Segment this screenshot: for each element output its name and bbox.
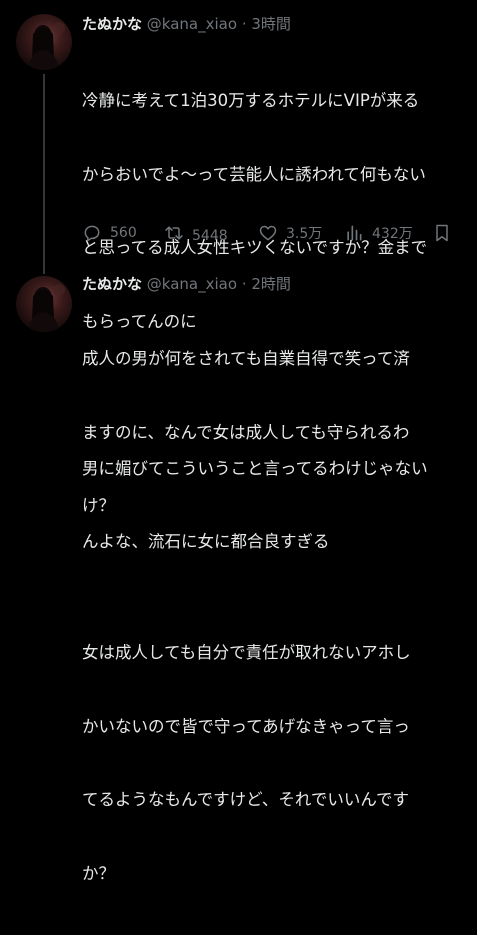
like-button[interactable]: 3.5万: [258, 220, 322, 246]
tweet-line: 成人の男が何をされても自業自得で笑って済: [82, 349, 410, 368]
tweet-header: たぬかな @kana_xiao · 2時間: [82, 272, 291, 296]
views-button[interactable]: 432万: [344, 220, 413, 246]
bookmark-icon: [436, 224, 448, 242]
bookmark-button[interactable]: [432, 220, 460, 246]
retweet-button[interactable]: 5448: [164, 220, 228, 246]
like-icon: [259, 225, 277, 241]
reply-icon: [84, 225, 100, 242]
reply-count: 560: [110, 225, 137, 241]
retweet-count: 5448: [192, 228, 228, 244]
avatar[interactable]: [16, 276, 72, 332]
tweet-line: かいないので皆で守ってあげなきゃって言っ: [82, 716, 410, 736]
tweet-line: 女は成人しても自分で責任が取れないアホし: [82, 643, 411, 662]
tweet-header: たぬかな @kana_xiao · 3時間: [82, 12, 291, 36]
separator: ·: [241, 15, 247, 33]
avatar-image: [28, 22, 65, 70]
like-count: 3.5万: [286, 226, 323, 242]
tweet[interactable]: たぬかな @kana_xiao · 2時間 成人の男が何をされても自業自得で笑っ…: [0, 262, 477, 883]
action-bar: 560 5448 3.5万 432万: [82, 220, 462, 246]
tweet-line: ますのに、なんで女は成人しても守られるわ: [82, 422, 410, 442]
timestamp[interactable]: 3時間: [251, 15, 291, 33]
timestamp[interactable]: 2時間: [251, 275, 291, 293]
tweet-text: 成人の男が何をされても自業自得で笑って済 ますのに、なんで女は成人しても守られる…: [82, 298, 464, 935]
display-name[interactable]: たぬかな: [82, 275, 142, 293]
handle[interactable]: @kana_xiao: [147, 275, 237, 293]
tweet-line: け？: [82, 496, 115, 515]
avatar[interactable]: [16, 14, 72, 70]
views-count: 432万: [372, 226, 413, 242]
tweet[interactable]: たぬかな @kana_xiao · 3時間 冷静に考えて1泊30万するホテルにV…: [0, 0, 477, 551]
avatar-image: [28, 284, 65, 332]
handle[interactable]: @kana_xiao: [147, 15, 237, 33]
retweet-icon: [165, 226, 183, 240]
tweet-line: てるようなもんですけど、それでいいんです: [82, 790, 410, 809]
separator: ·: [241, 275, 247, 293]
display-name[interactable]: たぬかな: [82, 15, 142, 33]
views-icon: [347, 225, 362, 241]
reply-button[interactable]: 560: [82, 220, 137, 246]
tweet-line: 冷静に考えて1泊30万するホテルにVIPが来る: [82, 91, 420, 110]
tweet-line: か？: [82, 863, 115, 883]
tweet-line: からおいでよ〜って芸能人に誘われて何もない: [82, 164, 426, 184]
thread-connector-line: [43, 74, 45, 274]
